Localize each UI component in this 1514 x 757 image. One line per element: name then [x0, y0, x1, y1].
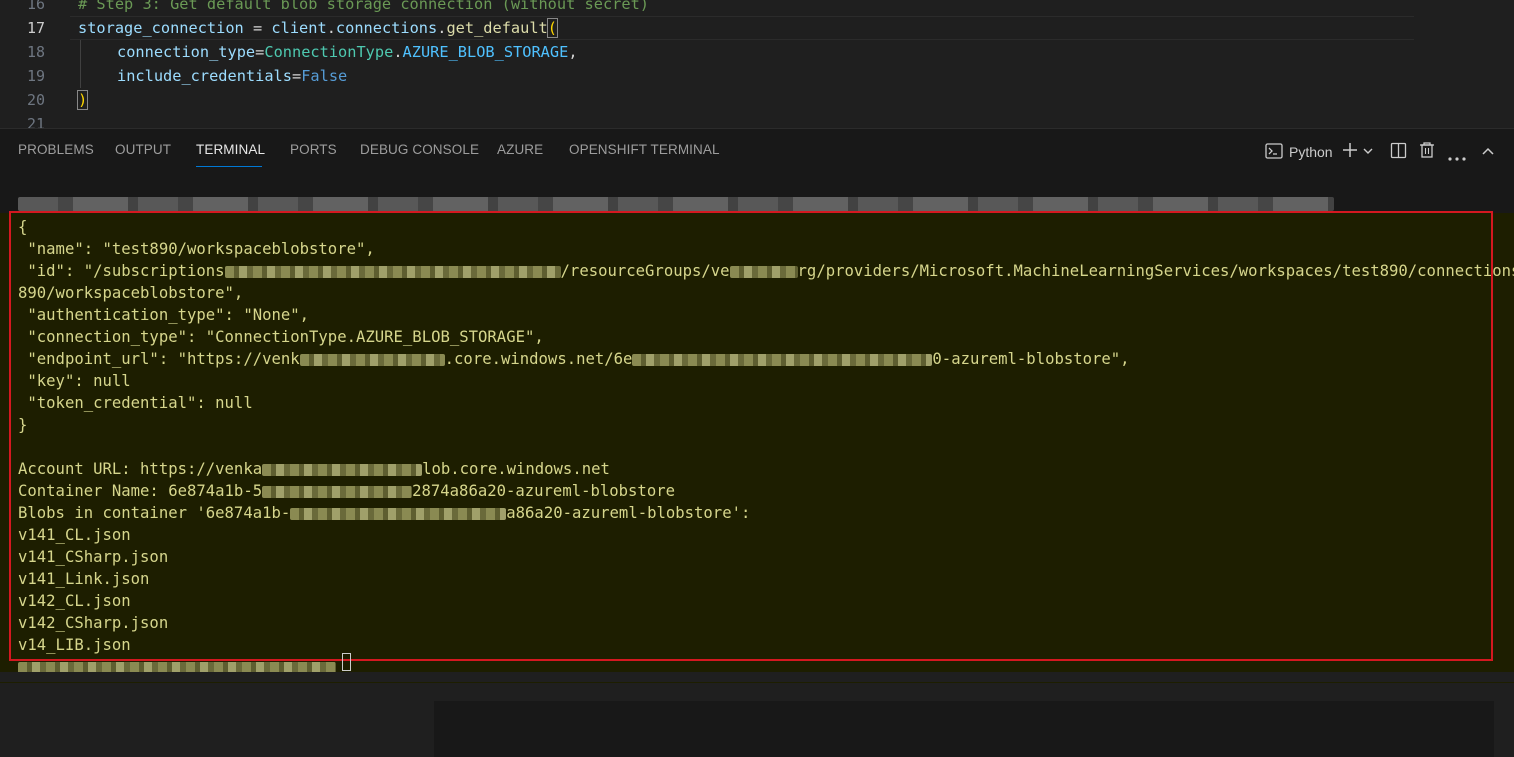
- bottom-panel: PROBLEMS OUTPUT TERMINAL PORTS DEBUG CON…: [0, 128, 1514, 757]
- code-line[interactable]: 16 # Step 3: Get default blob storage co…: [0, 0, 1514, 16]
- redacted-resource-group: [729, 265, 798, 278]
- code-editor[interactable]: 16 # Step 3: Get default blob storage co…: [0, 0, 1514, 128]
- terminal-output[interactable]: { "name": "test890/workspaceblobstore", …: [0, 213, 1514, 757]
- redacted-container-guid: [290, 507, 507, 520]
- terminal-line: "authentication_type": "None",: [18, 306, 310, 324]
- blob-item: v142_CL.json: [18, 592, 131, 610]
- terminal-line: "id": "/subscriptions/resourceGroups/ve r…: [18, 262, 1514, 280]
- plus-icon[interactable]: [1341, 141, 1359, 164]
- blob-item: v142_CSharp.json: [18, 614, 169, 632]
- trash-icon[interactable]: [1419, 141, 1435, 164]
- terminal-line: }: [18, 416, 28, 434]
- account-url-line: Account URL: https://venka lob.core.windo…: [18, 460, 610, 478]
- terminal-profile-label[interactable]: Python: [1289, 144, 1333, 160]
- line-number: 17: [26, 19, 45, 37]
- code-line[interactable]: 21: [0, 112, 1514, 128]
- container-name-line: Container Name: 6e874a1b-5 2874a86a20-azu…: [18, 482, 675, 500]
- terminal-icon[interactable]: [1265, 142, 1283, 165]
- redacted-prompt-path: [18, 197, 1334, 211]
- redacted-account: [262, 463, 423, 476]
- code-line[interactable]: 20 ): [0, 88, 1514, 112]
- terminal-lower-area: [434, 701, 1494, 757]
- blob-item: v14_LIB.json: [18, 636, 131, 654]
- tab-ports[interactable]: PORTS: [290, 142, 337, 157]
- code-comment: # Step 3: Get default blob storage conne…: [78, 0, 649, 13]
- terminal-line: 890/workspaceblobstore",: [18, 284, 244, 302]
- line-number: 20: [26, 91, 45, 109]
- code-text: ): [76, 90, 89, 110]
- line-number: 16: [26, 0, 45, 13]
- active-tab-indicator: [196, 166, 262, 167]
- tab-terminal[interactable]: TERMINAL: [196, 142, 265, 157]
- chevron-up-icon[interactable]: [1481, 144, 1495, 162]
- code-line[interactable]: 19 include_credentials=False: [0, 64, 1514, 88]
- line-number: 19: [26, 67, 45, 85]
- redacted-storage-account: [299, 353, 445, 366]
- tab-azure[interactable]: AZURE: [497, 142, 543, 157]
- code-text: include_credentials=False: [117, 67, 348, 85]
- panel-tab-bar: PROBLEMS OUTPUT TERMINAL PORTS DEBUG CON…: [0, 129, 1514, 173]
- code-line[interactable]: 17 storage_connection = client.connectio…: [0, 16, 1514, 40]
- tab-problems[interactable]: PROBLEMS: [18, 142, 94, 157]
- terminal-line: "token_credential": null: [18, 394, 253, 412]
- terminal-line: {: [18, 218, 28, 236]
- blob-item: v141_CL.json: [18, 526, 131, 544]
- redacted-subscription-id: [224, 265, 561, 278]
- line-number: 18: [26, 43, 45, 61]
- terminal-cursor: [342, 653, 351, 671]
- terminal-line: "endpoint_url": "https://venk .core.windo…: [18, 350, 1130, 368]
- redacted-container-guid: [262, 485, 413, 498]
- tab-debug-console[interactable]: DEBUG CONSOLE: [360, 142, 479, 157]
- terminal-line: "connection_type": "ConnectionType.AZURE…: [18, 328, 544, 346]
- code-text: connection_type=ConnectionType.AZURE_BLO…: [117, 43, 578, 61]
- code-line[interactable]: 18 connection_type=ConnectionType.AZURE_…: [0, 40, 1514, 64]
- tab-openshift-terminal[interactable]: OPENSHIFT TERMINAL: [569, 142, 720, 157]
- ellipsis-icon[interactable]: [1448, 148, 1466, 166]
- blobs-header-line: Blobs in container '6e874a1b-a86a20-azur…: [18, 504, 751, 522]
- split-icon[interactable]: [1390, 142, 1407, 164]
- code-text: storage_connection = client.connections.…: [78, 18, 558, 38]
- line-number: 21: [26, 115, 45, 128]
- terminal-line: "key": null: [18, 372, 131, 390]
- blob-item: v141_Link.json: [18, 570, 150, 588]
- blob-item: v141_CSharp.json: [18, 548, 169, 566]
- redacted-container-id: [632, 353, 933, 366]
- terminal-line: "name": "test890/workspaceblobstore",: [18, 240, 375, 258]
- chevron-down-icon[interactable]: [1362, 144, 1374, 162]
- status-strip: [0, 672, 1514, 682]
- tab-output[interactable]: OUTPUT: [115, 142, 171, 157]
